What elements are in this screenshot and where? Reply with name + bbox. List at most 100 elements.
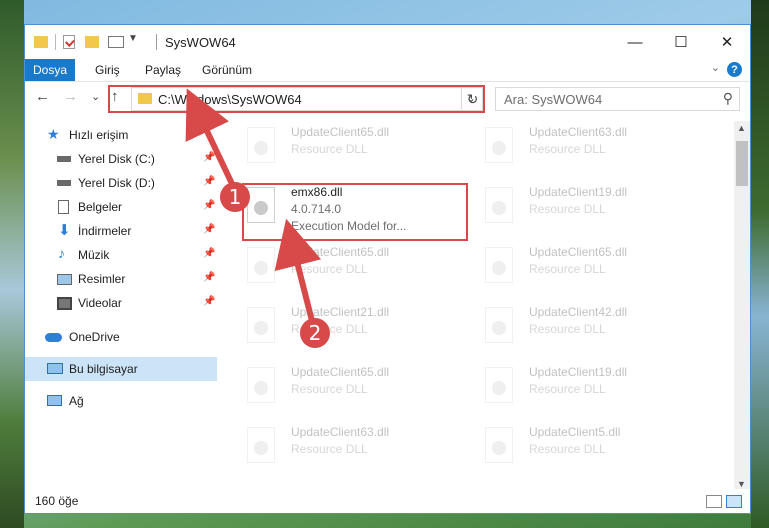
file-description: Resource DLL <box>291 382 368 396</box>
details-view-icon[interactable] <box>706 495 722 508</box>
close-button[interactable]: ✕ <box>704 25 750 59</box>
list-item[interactable]: UpdateClient63.dll Resource DLL <box>477 121 697 173</box>
sidebar-item-label: Videolar <box>78 296 122 310</box>
film-icon <box>57 297 72 310</box>
search-box[interactable]: Ara: SysWOW64 ⚲ <box>495 87 740 111</box>
callout-badge-2: 2 <box>300 318 330 348</box>
scrollbar-thumb[interactable] <box>736 141 748 186</box>
explorer-window: ▼ SysWOW64 — ☐ ✕ Dosya Giriş Paylaş Görü… <box>24 24 751 514</box>
navigation-pane: ★ Hızlı erişim Yerel Disk (C:) 📌 Yerel D… <box>25 121 217 491</box>
file-highlight-box <box>242 183 468 241</box>
sidebar-item-music[interactable]: ♪ Müzik 📌 <box>25 243 217 267</box>
list-item[interactable]: UpdateClient42.dll Resource DLL <box>477 301 697 353</box>
sidebar-item-documents[interactable]: Belgeler 📌 <box>25 195 217 219</box>
list-item[interactable]: UpdateClient65.dll Resource DLL <box>239 241 459 293</box>
list-item[interactable]: UpdateClient63.dll Resource DLL <box>239 421 459 473</box>
file-description: Resource DLL <box>529 262 606 276</box>
tab-home[interactable]: Giriş <box>95 63 120 77</box>
back-button[interactable]: ← <box>35 88 50 105</box>
dll-file-icon <box>485 307 513 343</box>
sidebar-item-label: Müzik <box>78 248 110 262</box>
item-count: 160 öğe <box>35 494 79 508</box>
search-input[interactable]: Ara: SysWOW64 <box>504 92 602 107</box>
maximize-button[interactable]: ☐ <box>658 25 704 59</box>
sidebar-item-downloads[interactable]: ⬇ İndirmeler 📌 <box>25 219 217 243</box>
file-description: Resource DLL <box>529 202 606 216</box>
address-highlight-box <box>108 85 485 113</box>
recent-locations-button[interactable]: ⌄ <box>91 90 100 103</box>
quick-access-dropdown-icon[interactable]: ▼ <box>128 33 138 49</box>
large-icons-view-icon[interactable] <box>726 495 742 508</box>
sidebar-item-local-disk-c[interactable]: Yerel Disk (C:) 📌 <box>25 147 217 171</box>
sidebar-item-label: Belgeler <box>78 200 123 214</box>
title-separator <box>156 34 157 50</box>
dll-file-icon <box>485 247 513 283</box>
list-item[interactable]: UpdateClient65.dll Resource DLL <box>239 121 459 173</box>
file-name: UpdateClient21.dll <box>291 305 390 319</box>
list-item[interactable]: UpdateClient21.dll Resource DLL <box>239 301 459 353</box>
help-icon[interactable]: ? <box>727 62 742 77</box>
dll-file-icon <box>247 367 275 403</box>
star-icon: ★ <box>47 126 60 142</box>
sidebar-item-label: Yerel Disk (D:) <box>78 176 155 190</box>
tab-file[interactable]: Dosya <box>25 59 75 81</box>
customize-icon[interactable] <box>108 36 124 48</box>
sidebar-item-label: Hızlı erişim <box>69 128 129 142</box>
window-title: SysWOW64 <box>165 35 236 50</box>
file-name: UpdateClient19.dll <box>529 365 628 379</box>
list-item[interactable]: UpdateClient65.dll Resource DLL <box>477 241 697 293</box>
pin-icon: 📌 <box>203 152 216 163</box>
title-bar: ▼ SysWOW64 — ☐ ✕ <box>25 25 750 59</box>
sidebar-item-label: Yerel Disk (C:) <box>78 152 155 166</box>
pin-icon: 📌 <box>203 200 216 211</box>
file-description: Resource DLL <box>291 442 368 456</box>
forward-button[interactable]: → <box>63 88 78 105</box>
list-item[interactable]: UpdateClient19.dll Resource DLL <box>477 361 697 413</box>
pin-icon: 📌 <box>203 296 216 307</box>
dll-file-icon <box>485 427 513 463</box>
tab-share[interactable]: Paylaş <box>145 63 181 77</box>
music-icon: ♪ <box>58 245 65 261</box>
dll-file-icon <box>247 127 275 163</box>
search-icon[interactable]: ⚲ <box>723 90 733 107</box>
file-name: UpdateClient65.dll <box>291 245 390 259</box>
dll-file-icon <box>485 187 513 223</box>
file-name: UpdateClient65.dll <box>529 245 628 259</box>
list-item[interactable]: UpdateClient5.dll Resource DLL <box>477 421 697 473</box>
scroll-up-icon[interactable]: ▲ <box>737 123 746 133</box>
sidebar-item-onedrive[interactable]: OneDrive <box>25 325 217 349</box>
toolbar-divider <box>55 34 56 50</box>
file-description: Resource DLL <box>529 382 606 396</box>
ribbon-collapse-icon[interactable]: ⌄ <box>711 61 720 74</box>
file-name: UpdateClient63.dll <box>529 125 628 139</box>
sidebar-item-local-disk-d[interactable]: Yerel Disk (D:) 📌 <box>25 171 217 195</box>
properties-icon[interactable] <box>63 35 75 49</box>
sidebar-item-label: Bu bilgisayar <box>69 362 138 376</box>
file-name: UpdateClient65.dll <box>291 365 390 379</box>
sidebar-item-network[interactable]: Ağ <box>25 389 217 413</box>
desktop-background-right <box>751 0 769 528</box>
new-folder-icon[interactable] <box>85 36 99 48</box>
sidebar-item-videos[interactable]: Videolar 📌 <box>25 291 217 315</box>
vertical-scrollbar[interactable]: ▲ ▼ <box>734 121 750 491</box>
file-name: UpdateClient65.dll <box>291 125 390 139</box>
list-item[interactable]: UpdateClient19.dll Resource DLL <box>477 181 697 233</box>
dll-file-icon <box>247 247 275 283</box>
dll-file-icon <box>247 307 275 343</box>
network-icon <box>47 395 62 406</box>
file-description: Resource DLL <box>529 442 606 456</box>
sidebar-item-label: İndirmeler <box>78 224 132 238</box>
sidebar-item-label: Resimler <box>78 272 126 286</box>
list-item[interactable]: UpdateClient65.dll Resource DLL <box>239 361 459 413</box>
pin-icon: 📌 <box>203 248 216 259</box>
scroll-down-icon[interactable]: ▼ <box>737 479 746 489</box>
sidebar-item-quick-access[interactable]: ★ Hızlı erişim <box>25 123 217 147</box>
tab-view[interactable]: Görünüm <box>202 63 252 77</box>
sidebar-item-this-pc[interactable]: Bu bilgisayar <box>25 357 217 381</box>
computer-icon <box>47 363 63 374</box>
document-icon <box>58 200 69 214</box>
file-name: UpdateClient19.dll <box>529 185 628 199</box>
sidebar-item-pictures[interactable]: Resimler 📌 <box>25 267 217 291</box>
ribbon-tabs: Dosya Giriş Paylaş Görünüm ⌄ ? <box>25 59 750 82</box>
minimize-button[interactable]: — <box>612 25 658 59</box>
